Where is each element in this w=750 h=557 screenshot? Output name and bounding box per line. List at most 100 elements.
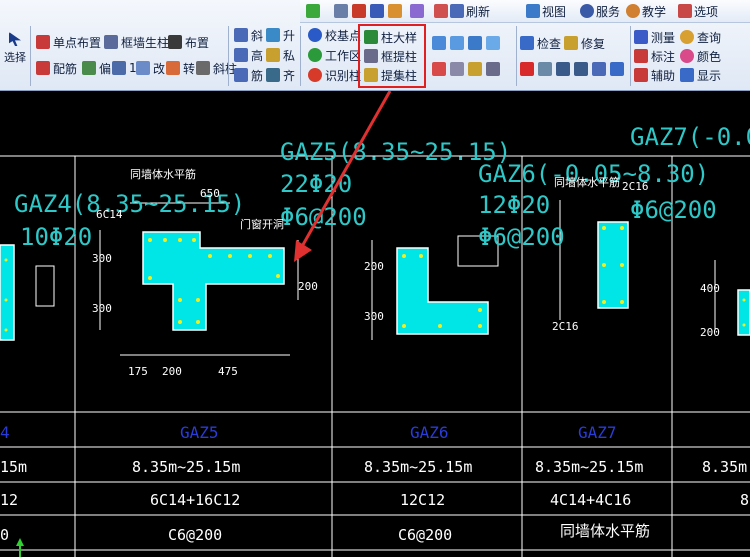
rebar-config-button[interactable]: 配筋 [36,59,77,77]
repair-label: 修复 [581,36,606,51]
rebar-gaz6: 12Φ20 [478,191,550,219]
check-base-button[interactable]: 校基点 [308,26,361,44]
length-button[interactable]: 1 [112,59,137,77]
long-gaz5: 6C14+16C12 [150,491,240,509]
height-label: 高 [251,48,264,63]
link-icon[interactable] [538,62,552,76]
dim-6c14: 6C14 [96,208,123,221]
turn-button[interactable]: 转 [166,59,195,77]
place-label: 布置 [185,35,210,50]
teach-label: 教学 [642,4,667,19]
dim-300-b: 300 [92,302,112,315]
label-gaz5: GAZ5(8.35~25.15) [280,138,511,166]
table-body: 15m 8.35m~25.15m 8.35m~25.15m 8.35m~25.1… [0,458,749,544]
identify-col-button[interactable]: 识别柱 [308,66,361,84]
check-label: 检查 [537,36,562,51]
teach-button[interactable]: 教学 [626,3,666,19]
service-label: 服务 [596,4,621,19]
work-zone-button[interactable]: 工作区 [308,46,361,64]
measure-icon [634,30,648,44]
annotate-button[interactable]: 标注 [634,47,675,65]
pdf-icon[interactable] [352,3,366,19]
cube-icon[interactable] [432,36,446,50]
rotate-icon[interactable] [610,62,624,76]
cube-side-icon[interactable] [468,36,482,50]
elev-gaz5: 8.35m~25.15m [132,458,240,476]
stirrup-0: 0 [0,526,9,544]
dim-400: 400 [700,282,720,295]
note-wall-rebar-2: 同墙体水平筋 [554,175,620,189]
dim-2c16-b: 2C16 [552,320,579,333]
annotate-label: 标注 [651,49,676,64]
service-button[interactable]: 服务 [580,3,620,19]
refresh-button[interactable]: 刷新 [434,3,490,19]
ribbon-toolbar: 刷新 视图 服务 教学 选项 选择 单点布置 框墙生柱 布置 配筋 偏 1 改 … [0,0,750,91]
query-button[interactable]: 查询 [680,28,721,46]
align-icon [266,68,280,82]
display-icon [680,68,694,82]
move-icon[interactable] [592,62,606,76]
private-icon [266,48,280,62]
elev-0: 15m [0,458,27,476]
align-label: 齐 [283,68,296,83]
slant-label: 斜 [251,28,264,43]
pan-icon[interactable] [432,62,446,76]
header-col-0: 4 [0,423,10,442]
dim-200-d: 200 [700,326,720,339]
step-1-icon [308,28,322,42]
measure-button[interactable]: 测量 [634,28,675,46]
export-icon[interactable] [388,3,402,19]
up-button[interactable]: 升 [266,26,295,44]
aux-icon [634,68,648,82]
slant-col-button[interactable]: 斜柱 [196,59,237,77]
slant-icon [234,28,248,42]
cube-front-icon[interactable] [450,36,464,50]
zoom-icon[interactable] [450,62,464,76]
align-button[interactable]: 齐 [266,66,295,84]
zoom-extent-icon[interactable] [486,62,500,76]
elev-4: 8.35m [702,458,747,476]
options-button[interactable]: 选项 [678,3,718,19]
stirrup-gaz6-cell: C6@200 [398,526,452,544]
height-button[interactable]: 高 [234,46,263,64]
cursor-icon [9,32,21,46]
delete-icon[interactable] [520,62,534,76]
check-button[interactable]: 检查 [520,34,561,52]
repair-button[interactable]: 修复 [564,34,605,52]
font-icon[interactable] [334,3,348,19]
identify-col-label: 识别柱 [325,68,362,83]
frame-wall-col-button[interactable]: 框墙生柱 [104,33,169,51]
display-button[interactable]: 显示 [680,66,721,84]
stirrup-gaz6: Φ6@200 [478,223,565,251]
zoom-window-icon[interactable] [468,62,482,76]
place-button[interactable]: 布置 [168,33,209,51]
cube-top-icon[interactable] [486,36,500,50]
mirror-icon[interactable] [556,62,570,76]
refresh-label: 刷新 [466,4,491,19]
dim-475: 475 [218,365,238,378]
stirrup-gaz7-cell: 同墙体水平筋 [560,522,650,540]
length-icon [112,61,126,75]
step-3-icon [308,68,322,82]
view-label: 视图 [542,4,567,19]
cad-canvas[interactable]: GAZ4(8.35~25.15) GAZ5(8.35~25.15) GAZ6(-… [0,90,750,557]
brush-icon[interactable] [410,3,424,19]
long-4: 8 [740,491,749,509]
single-point-button[interactable]: 单点布置 [36,33,101,51]
private-button[interactable]: 私 [266,46,295,64]
color-button[interactable]: 颜色 [680,47,721,65]
offset-button[interactable]: 偏 [82,59,111,77]
offset-label: 偏 [99,61,112,76]
private-label: 私 [283,48,296,63]
green-puzzle-icon[interactable] [306,3,320,19]
select-button[interactable]: 选择 [4,32,26,76]
step-2-icon [308,48,322,62]
slant-col-icon [196,61,210,75]
view-button[interactable]: 视图 [526,3,566,19]
mirror2-icon[interactable] [574,62,588,76]
slant-button[interactable]: 斜 [234,26,263,44]
aux-button[interactable]: 辅助 [634,66,675,84]
rebar-button[interactable]: 筋 [234,66,263,84]
change-button[interactable]: 改 [136,59,165,77]
text-icon[interactable] [370,3,384,19]
